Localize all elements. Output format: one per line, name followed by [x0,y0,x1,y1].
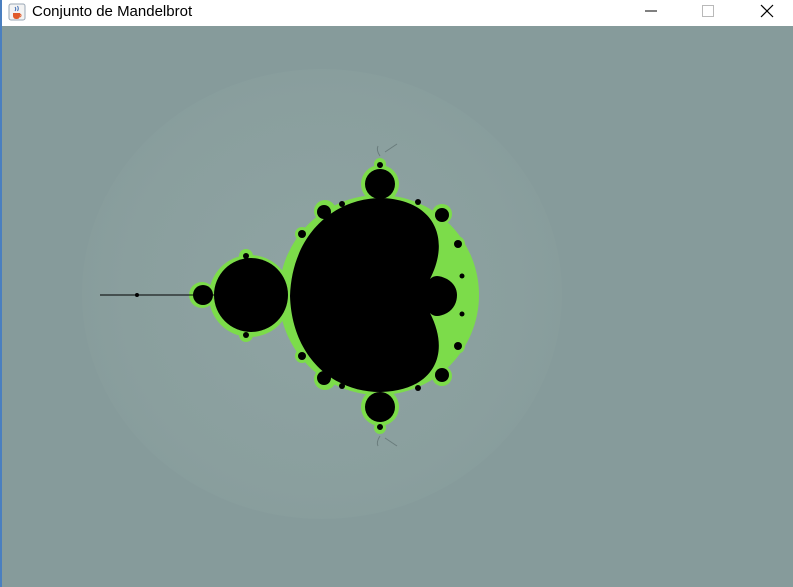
window-title: Conjunto de Mandelbrot [32,3,193,20]
minimize-icon [645,4,657,22]
close-icon [760,4,774,23]
close-button[interactable] [744,0,790,26]
mandelbrot-set [2,26,793,587]
maximize-icon [702,4,714,22]
mandelbrot-canvas[interactable] [2,26,793,587]
maximize-button[interactable] [685,0,731,26]
app-window: Conjunto de Mandelbrot [0,0,793,587]
minimize-button[interactable] [628,0,674,26]
java-cup-icon[interactable] [8,3,26,21]
title-bar[interactable]: Conjunto de Mandelbrot [2,0,793,26]
